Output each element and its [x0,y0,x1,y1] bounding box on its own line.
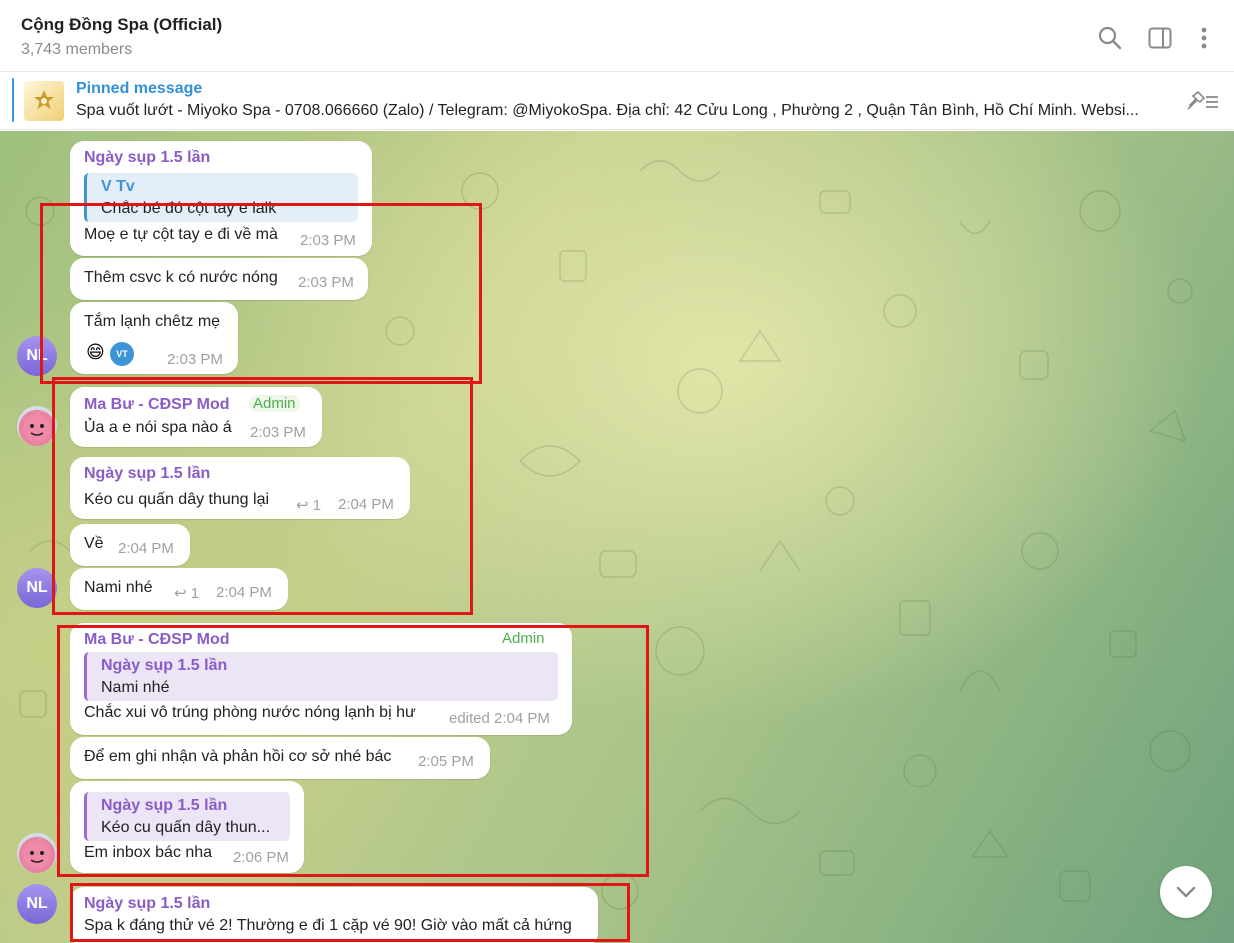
message-text: Chắc xui vô trúng phòng nước nóng lạnh b… [84,704,416,721]
message-text: Spa k đáng thử vé 2! Thường e đi 1 cặp v… [84,917,572,934]
message-text: Moẹ e tự cột tay e đi về mà [84,226,278,243]
chat-area[interactable]: Ngày sụp 1.5 lần V Tv Chắc bé đó cột tay… [0,131,1234,943]
pinned-thumbnail [24,81,64,121]
message-text: Thêm csvc k có nước nóng [84,269,278,286]
message-bubble[interactable]: Ngày sụp 1.5 lần Kéo cu quấn dây thung l… [70,457,410,519]
pinned-label: Pinned message [76,80,203,97]
reply-arrow-icon: ↩ [296,497,309,514]
reply-quote[interactable]: V Tv Chắc bé đó cột tay e laik [84,173,358,222]
reaction-user-avatar: VT [110,342,134,366]
quote-text: Nami nhé [101,679,170,696]
message-time: edited 2:04 PM [449,710,550,727]
message-time: 2:06 PM [233,849,289,866]
reply-arrow-icon: ↩ [174,585,187,602]
quote-sender: Ngày sụp 1.5 lần [101,797,228,814]
reply-count: 1 [190,585,200,602]
message-bubble[interactable]: Nami nhé ↩ 1 2:04 PM [70,568,288,610]
message-text: Tắm lạnh chêtz mẹ [84,313,221,330]
message-bubble[interactable]: Ngày sụp 1.5 lần V Tv Chắc bé đó cột tay… [70,141,372,256]
message-bubble[interactable]: Tắm lạnh chêtz mẹ 😄 VT 2:03 PM [70,302,238,374]
unpin-icon[interactable] [1184,89,1220,118]
quote-text: Chắc bé đó cột tay e laik [101,200,277,217]
laughing-emoji-icon: 😄 [86,342,105,362]
chevron-down-icon [1176,886,1196,898]
avatar[interactable]: NL [17,336,57,376]
message-sender[interactable]: Ngày sụp 1.5 lần [84,149,210,167]
search-icon[interactable] [1097,25,1123,51]
message-bubble[interactable]: Ngày sụp 1.5 lần Kéo cu quấn dây thun...… [70,781,304,873]
reply-quote[interactable]: Ngày sụp 1.5 lần Nami nhé [84,652,558,701]
message-text: Nami nhé [84,579,153,596]
message-text: Để em ghi nhận và phản hồi cơ sở nhé bác [84,748,392,765]
quote-text: Kéo cu quấn dây thun... [101,819,271,836]
message-sender[interactable]: Ngày sụp 1.5 lần [84,465,210,483]
quote-sender: V Tv [101,178,135,195]
message-bubble[interactable]: Thêm csvc k có nước nóng 2:03 PM [70,258,368,300]
avatar[interactable]: NL [17,568,57,608]
message-text: Kéo cu quấn dây thung lại [84,491,270,508]
message-time: 2:04 PM [216,584,272,601]
message-time: 2:05 PM [418,753,474,770]
avatar[interactable] [17,833,57,873]
reply-count: 1 [312,497,322,514]
message-bubble[interactable]: Ngày sụp 1.5 lần Spa k đáng thử vé 2! Th… [70,887,598,943]
message-time: 2:03 PM [167,351,223,368]
message-text: Về [84,535,104,552]
thread-replies[interactable]: ↩ 1 [174,584,199,602]
chat-header: Cộng Đồng Spa (Official) 3,743 members [0,0,1234,72]
message-time: 2:03 PM [300,232,356,249]
message-time: 2:03 PM [298,274,354,291]
reaction-chip[interactable]: 😄 VT [84,340,140,368]
message-sender[interactable]: Ngày sụp 1.5 lần [84,895,210,913]
sidebar-toggle-icon[interactable] [1147,25,1173,51]
thread-replies[interactable]: ↩ 1 [296,496,321,514]
reply-quote[interactable]: Ngày sụp 1.5 lần Kéo cu quấn dây thun... [84,792,290,841]
avatar[interactable] [17,406,57,446]
admin-badge: Admin [249,395,300,412]
admin-badge: Admin [502,630,545,647]
message-time: 2:03 PM [250,424,306,441]
message-time: 2:04 PM [118,540,174,557]
more-vertical-icon[interactable] [1191,25,1217,51]
quote-sender: Ngày sụp 1.5 lần [101,657,228,674]
scroll-to-bottom-button[interactable] [1160,866,1212,918]
message-bubble[interactable]: Ma Bư - CĐSP Mod Admin Ủa a e nói spa nà… [70,387,322,447]
message-text: Em inbox bác nha [84,844,213,861]
pinned-indicator [12,78,14,122]
message-sender[interactable]: Ma Bư - CĐSP Mod [84,396,230,414]
message-bubble[interactable]: Ma Bư - CĐSP Mod Admin Ngày sụp 1.5 lần … [70,623,572,735]
message-time: 2:04 PM [338,496,394,513]
message-text: Ủa a e nói spa nào á [84,419,232,436]
chat-title[interactable]: Cộng Đồng Spa (Official) [21,15,222,35]
message-bubble[interactable]: Về 2:04 PM [70,524,190,566]
pinned-text: Spa vuốt lướt - Miyoko Spa - 0708.066660… [76,102,1139,119]
message-sender[interactable]: Ma Bư - CĐSP Mod [84,631,230,649]
message-bubble[interactable]: Để em ghi nhận và phản hồi cơ sở nhé bác… [70,737,490,779]
avatar[interactable]: NL [17,884,57,924]
member-count: 3,743 members [21,41,133,58]
pinned-message-bar[interactable]: Pinned message Spa vuốt lướt - Miyoko Sp… [0,72,1234,130]
